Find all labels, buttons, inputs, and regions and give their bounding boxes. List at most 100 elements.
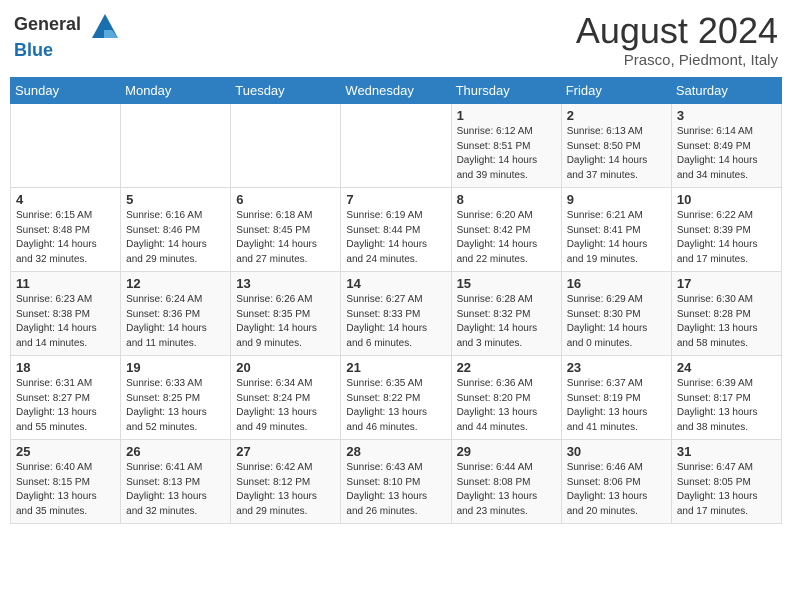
- calendar-cell: 23Sunrise: 6:37 AM Sunset: 8:19 PM Dayli…: [561, 356, 671, 440]
- cell-info: Sunrise: 6:28 AM Sunset: 8:32 PM Dayligh…: [457, 293, 556, 351]
- cell-info: Sunrise: 6:30 AM Sunset: 8:28 PM Dayligh…: [677, 293, 776, 351]
- calendar-cell: 9 Sunrise: 6:21 AM Sunset: 8:41 PM Daylig…: [561, 188, 671, 272]
- cell-info: Sunrise: 6:39 AM Sunset: 8:17 PM Dayligh…: [677, 377, 776, 435]
- calendar-cell: 28 Sunrise: 6:43 AM Sunset: 8:10 PM Dayli…: [341, 440, 451, 524]
- date-number: 29: [457, 444, 556, 459]
- cell-info: Sunrise: 6:35 AM Sunset: 8:22 PM Dayligh…: [346, 377, 445, 435]
- calendar-cell: 21Sunrise: 6:35 AM Sunset: 8:22 PM Dayli…: [341, 356, 451, 440]
- cell-info: Sunrise: 6:40 AM Sunset: 8:15 PM Dayligh…: [16, 461, 115, 519]
- cell-info: Sunrise: 6:18 AM Sunset: 8:45 PM Dayligh…: [236, 209, 335, 267]
- date-number: 14: [346, 276, 445, 291]
- calendar-cell: 7 Sunrise: 6:19 AM Sunset: 8:44 PM Daylig…: [341, 188, 451, 272]
- calendar-cell: 1Sunrise: 6:12 AM Sunset: 8:51 PM Daylig…: [451, 104, 561, 188]
- column-header-monday: Monday: [121, 78, 231, 104]
- cell-info: Sunrise: 6:33 AM Sunset: 8:25 PM Dayligh…: [126, 377, 225, 435]
- calendar-cell: 30 Sunrise: 6:46 AM Sunset: 8:06 PM Dayli…: [561, 440, 671, 524]
- column-header-saturday: Saturday: [671, 78, 781, 104]
- column-header-thursday: Thursday: [451, 78, 561, 104]
- calendar-cell: 4 Sunrise: 6:15 AM Sunset: 8:48 PM Daylig…: [11, 188, 121, 272]
- cell-info: Sunrise: 6:36 AM Sunset: 8:20 PM Dayligh…: [457, 377, 556, 435]
- date-number: 23: [567, 360, 666, 375]
- calendar-week-row: 25 Sunrise: 6:40 AM Sunset: 8:15 PM Dayli…: [11, 440, 782, 524]
- date-number: 2: [567, 108, 666, 123]
- calendar-cell: [11, 104, 121, 188]
- calendar-cell: 18Sunrise: 6:31 AM Sunset: 8:27 PM Dayli…: [11, 356, 121, 440]
- calendar-cell: 6Sunrise: 6:18 AM Sunset: 8:45 PM Daylig…: [231, 188, 341, 272]
- date-number: 8: [457, 192, 556, 207]
- column-header-sunday: Sunday: [11, 78, 121, 104]
- column-header-tuesday: Tuesday: [231, 78, 341, 104]
- cell-info: Sunrise: 6:27 AM Sunset: 8:33 PM Dayligh…: [346, 293, 445, 351]
- calendar-cell: 17 Sunrise: 6:30 AM Sunset: 8:28 PM Dayli…: [671, 272, 781, 356]
- cell-info: Sunrise: 6:16 AM Sunset: 8:46 PM Dayligh…: [126, 209, 225, 267]
- cell-info: Sunrise: 6:21 AM Sunset: 8:41 PM Dayligh…: [567, 209, 666, 267]
- cell-info: Sunrise: 6:42 AM Sunset: 8:12 PM Dayligh…: [236, 461, 335, 519]
- column-header-friday: Friday: [561, 78, 671, 104]
- month-title: August 2024: [576, 10, 778, 52]
- calendar-cell: [121, 104, 231, 188]
- calendar-week-row: 18Sunrise: 6:31 AM Sunset: 8:27 PM Dayli…: [11, 356, 782, 440]
- calendar-table: SundayMondayTuesdayWednesdayThursdayFrid…: [10, 77, 782, 524]
- date-number: 7: [346, 192, 445, 207]
- date-number: 11: [16, 276, 115, 291]
- calendar-cell: 2Sunrise: 6:13 AM Sunset: 8:50 PM Daylig…: [561, 104, 671, 188]
- date-number: 18: [16, 360, 115, 375]
- date-number: 16: [567, 276, 666, 291]
- date-number: 3: [677, 108, 776, 123]
- calendar-cell: 24 Sunrise: 6:39 AM Sunset: 8:17 PM Dayli…: [671, 356, 781, 440]
- date-number: 28: [346, 444, 445, 459]
- cell-info: Sunrise: 6:47 AM Sunset: 8:05 PM Dayligh…: [677, 461, 776, 519]
- cell-info: Sunrise: 6:12 AM Sunset: 8:51 PM Dayligh…: [457, 125, 556, 183]
- date-number: 31: [677, 444, 776, 459]
- calendar-cell: 15 Sunrise: 6:28 AM Sunset: 8:32 PM Dayli…: [451, 272, 561, 356]
- calendar-cell: 26 Sunrise: 6:41 AM Sunset: 8:13 PM Dayli…: [121, 440, 231, 524]
- calendar-cell: 14 Sunrise: 6:27 AM Sunset: 8:33 PM Dayli…: [341, 272, 451, 356]
- cell-info: Sunrise: 6:46 AM Sunset: 8:06 PM Dayligh…: [567, 461, 666, 519]
- logo-blue: Blue: [14, 40, 53, 60]
- logo-general: General: [14, 14, 81, 34]
- cell-info: Sunrise: 6:15 AM Sunset: 8:48 PM Dayligh…: [16, 209, 115, 267]
- date-number: 10: [677, 192, 776, 207]
- date-number: 24: [677, 360, 776, 375]
- date-number: 12: [126, 276, 225, 291]
- calendar-cell: [341, 104, 451, 188]
- calendar-cell: 22 Sunrise: 6:36 AM Sunset: 8:20 PM Dayli…: [451, 356, 561, 440]
- calendar-cell: 5Sunrise: 6:16 AM Sunset: 8:46 PM Daylig…: [121, 188, 231, 272]
- cell-info: Sunrise: 6:20 AM Sunset: 8:42 PM Dayligh…: [457, 209, 556, 267]
- cell-info: Sunrise: 6:26 AM Sunset: 8:35 PM Dayligh…: [236, 293, 335, 351]
- date-number: 15: [457, 276, 556, 291]
- cell-info: Sunrise: 6:14 AM Sunset: 8:49 PM Dayligh…: [677, 125, 776, 183]
- calendar-header-row: SundayMondayTuesdayWednesdayThursdayFrid…: [11, 78, 782, 104]
- cell-info: Sunrise: 6:41 AM Sunset: 8:13 PM Dayligh…: [126, 461, 225, 519]
- date-number: 22: [457, 360, 556, 375]
- cell-info: Sunrise: 6:19 AM Sunset: 8:44 PM Dayligh…: [346, 209, 445, 267]
- calendar-cell: 31 Sunrise: 6:47 AM Sunset: 8:05 PM Dayli…: [671, 440, 781, 524]
- date-number: 4: [16, 192, 115, 207]
- cell-info: Sunrise: 6:34 AM Sunset: 8:24 PM Dayligh…: [236, 377, 335, 435]
- calendar-week-row: 4 Sunrise: 6:15 AM Sunset: 8:48 PM Daylig…: [11, 188, 782, 272]
- location: Prasco, Piedmont, Italy: [576, 52, 778, 69]
- page-header: General Blue August 2024 Prasco, Piedmon…: [10, 10, 782, 69]
- calendar-cell: 19Sunrise: 6:33 AM Sunset: 8:25 PM Dayli…: [121, 356, 231, 440]
- date-number: 26: [126, 444, 225, 459]
- date-number: 25: [16, 444, 115, 459]
- date-number: 20: [236, 360, 335, 375]
- date-number: 9: [567, 192, 666, 207]
- calendar-week-row: 1Sunrise: 6:12 AM Sunset: 8:51 PM Daylig…: [11, 104, 782, 188]
- cell-info: Sunrise: 6:43 AM Sunset: 8:10 PM Dayligh…: [346, 461, 445, 519]
- cell-info: Sunrise: 6:29 AM Sunset: 8:30 PM Dayligh…: [567, 293, 666, 351]
- date-number: 30: [567, 444, 666, 459]
- calendar-week-row: 11 Sunrise: 6:23 AM Sunset: 8:38 PM Dayli…: [11, 272, 782, 356]
- logo-icon: [90, 10, 120, 40]
- calendar-cell: [231, 104, 341, 188]
- date-number: 17: [677, 276, 776, 291]
- calendar-cell: 13Sunrise: 6:26 AM Sunset: 8:35 PM Dayli…: [231, 272, 341, 356]
- calendar-cell: 20 Sunrise: 6:34 AM Sunset: 8:24 PM Dayli…: [231, 356, 341, 440]
- cell-info: Sunrise: 6:44 AM Sunset: 8:08 PM Dayligh…: [457, 461, 556, 519]
- logo: General Blue: [14, 10, 120, 62]
- calendar-cell: 27 Sunrise: 6:42 AM Sunset: 8:12 PM Dayli…: [231, 440, 341, 524]
- cell-info: Sunrise: 6:22 AM Sunset: 8:39 PM Dayligh…: [677, 209, 776, 267]
- cell-info: Sunrise: 6:23 AM Sunset: 8:38 PM Dayligh…: [16, 293, 115, 351]
- date-number: 27: [236, 444, 335, 459]
- calendar-cell: 16 Sunrise: 6:29 AM Sunset: 8:30 PM Dayli…: [561, 272, 671, 356]
